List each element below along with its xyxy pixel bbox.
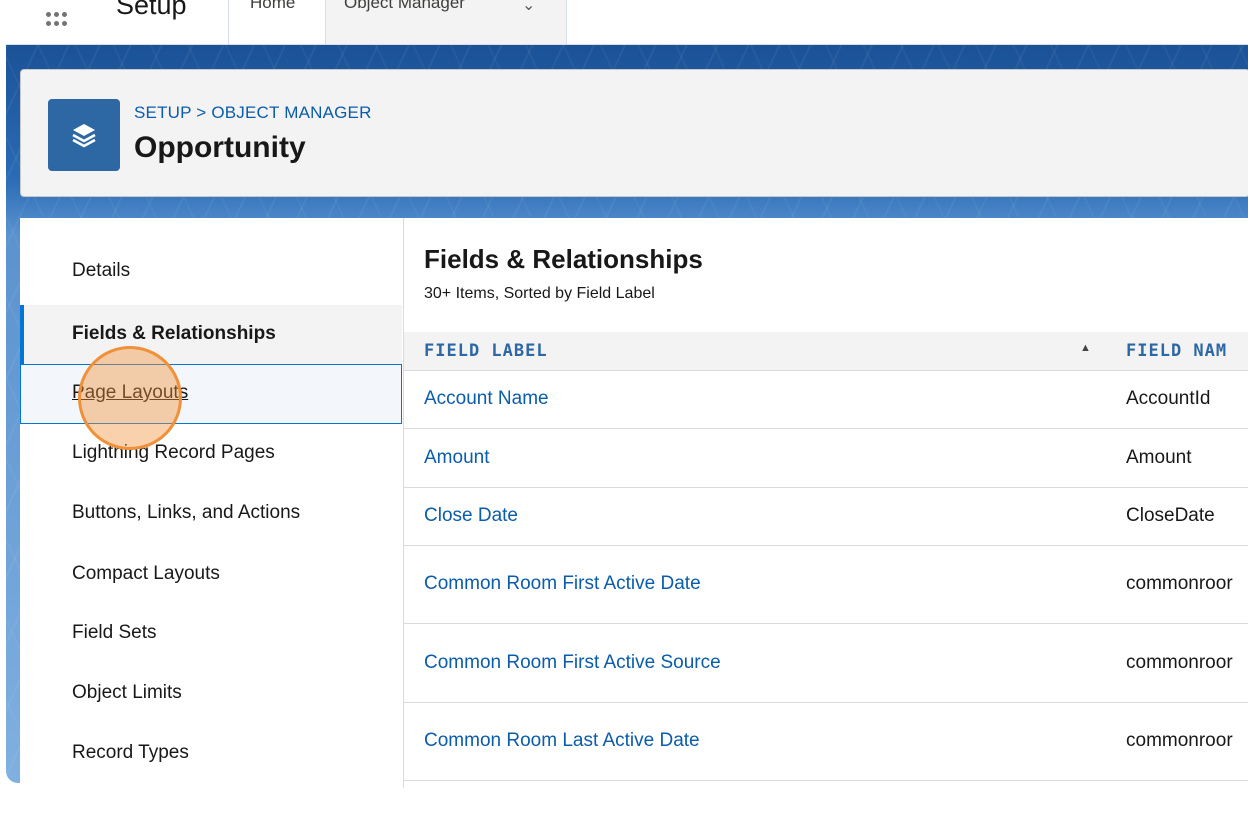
table-row: Common Room First Active Source commonro… bbox=[404, 624, 1248, 703]
sidebar-item-label: Field Sets bbox=[72, 622, 157, 643]
tab-object-manager[interactable]: Object Manager ⌄ bbox=[326, 0, 567, 44]
table-row: Account Name AccountId bbox=[404, 371, 1248, 429]
field-label-link[interactable]: Amount bbox=[424, 447, 489, 469]
sidebar-item-label: Details bbox=[72, 260, 131, 281]
sidebar: Details Fields & Relationships Page Layo… bbox=[20, 218, 404, 788]
sidebar-item-field-sets[interactable]: Field Sets bbox=[20, 604, 402, 664]
object-header: SETUP > OBJECT MANAGER Opportunity bbox=[20, 69, 1248, 197]
fields-content: Fields & Relationships 30+ Items, Sorted… bbox=[404, 218, 1248, 788]
field-label-link[interactable]: Common Room First Active Source bbox=[424, 652, 721, 674]
field-api-name: Amount bbox=[1126, 447, 1192, 468]
sidebar-item-compact-layouts[interactable]: Compact Layouts bbox=[20, 545, 402, 605]
field-label-link[interactable]: Close Date bbox=[424, 505, 518, 527]
field-label-link[interactable]: Account Name bbox=[424, 388, 549, 410]
sidebar-item-record-types[interactable]: Record Types bbox=[20, 724, 402, 784]
sidebar-item-details[interactable]: Details bbox=[20, 242, 402, 302]
table-row: Common Room First Active Date commonroor bbox=[404, 546, 1248, 624]
click-highlight bbox=[78, 346, 182, 450]
section-subtitle: 30+ Items, Sorted by Field Label bbox=[424, 285, 655, 302]
sidebar-item-label: Buttons, Links, and Actions bbox=[72, 502, 301, 523]
layers-icon bbox=[48, 99, 120, 171]
field-api-name: AccountId bbox=[1126, 388, 1211, 409]
column-header-field-name[interactable]: FIELD NAM bbox=[1126, 341, 1227, 361]
field-label-link[interactable]: Common Room Last Active Date bbox=[424, 730, 700, 752]
top-nav-bar: Setup Home Object Manager ⌄ bbox=[6, 0, 1248, 45]
table-row: Close Date CloseDate bbox=[404, 488, 1248, 546]
field-api-name: commonroor bbox=[1126, 730, 1233, 751]
tab-home[interactable]: Home bbox=[228, 0, 326, 44]
field-api-name: commonroor bbox=[1126, 573, 1233, 594]
sidebar-item-object-limits[interactable]: Object Limits bbox=[20, 664, 402, 724]
sort-ascending-icon[interactable]: ▲ bbox=[1080, 342, 1091, 354]
sidebar-item-label: Compact Layouts bbox=[72, 563, 220, 584]
chevron-down-icon[interactable]: ⌄ bbox=[522, 0, 535, 15]
sidebar-item-buttons-links-actions[interactable]: Buttons, Links, and Actions bbox=[20, 484, 402, 544]
sidebar-item-label: Record Types bbox=[72, 742, 189, 763]
field-label-link[interactable]: Common Room First Active Date bbox=[424, 573, 701, 595]
tab-object-manager-label: Object Manager bbox=[344, 0, 465, 12]
object-manager-panel: Details Fields & Relationships Page Layo… bbox=[20, 218, 1248, 788]
sidebar-item-fields-relationships[interactable]: Fields & Relationships bbox=[20, 305, 402, 365]
sidebar-item-lightning-record-pages[interactable]: Lightning Record Pages bbox=[20, 424, 402, 484]
table-row: Common Room Last Active Date commonroor bbox=[404, 703, 1248, 781]
sidebar-item-label: Object Limits bbox=[72, 682, 182, 703]
field-api-name: CloseDate bbox=[1126, 505, 1215, 526]
sidebar-item-label: Lightning Record Pages bbox=[72, 442, 275, 463]
table-row: Amount Amount bbox=[404, 429, 1248, 488]
field-api-name: commonroor bbox=[1126, 652, 1233, 673]
section-title: Fields & Relationships bbox=[424, 244, 703, 274]
page-title: Opportunity bbox=[134, 131, 306, 164]
column-header-field-label[interactable]: FIELD LABEL bbox=[424, 341, 548, 361]
breadcrumb[interactable]: SETUP > OBJECT MANAGER bbox=[134, 103, 372, 123]
tab-home-label: Home bbox=[250, 0, 296, 12]
app-launcher-icon[interactable] bbox=[44, 0, 74, 36]
app-name: Setup bbox=[116, 0, 187, 20]
sidebar-item-label: Fields & Relationships bbox=[72, 323, 276, 344]
table-header: FIELD LABEL ▲ FIELD NAM bbox=[404, 332, 1248, 371]
